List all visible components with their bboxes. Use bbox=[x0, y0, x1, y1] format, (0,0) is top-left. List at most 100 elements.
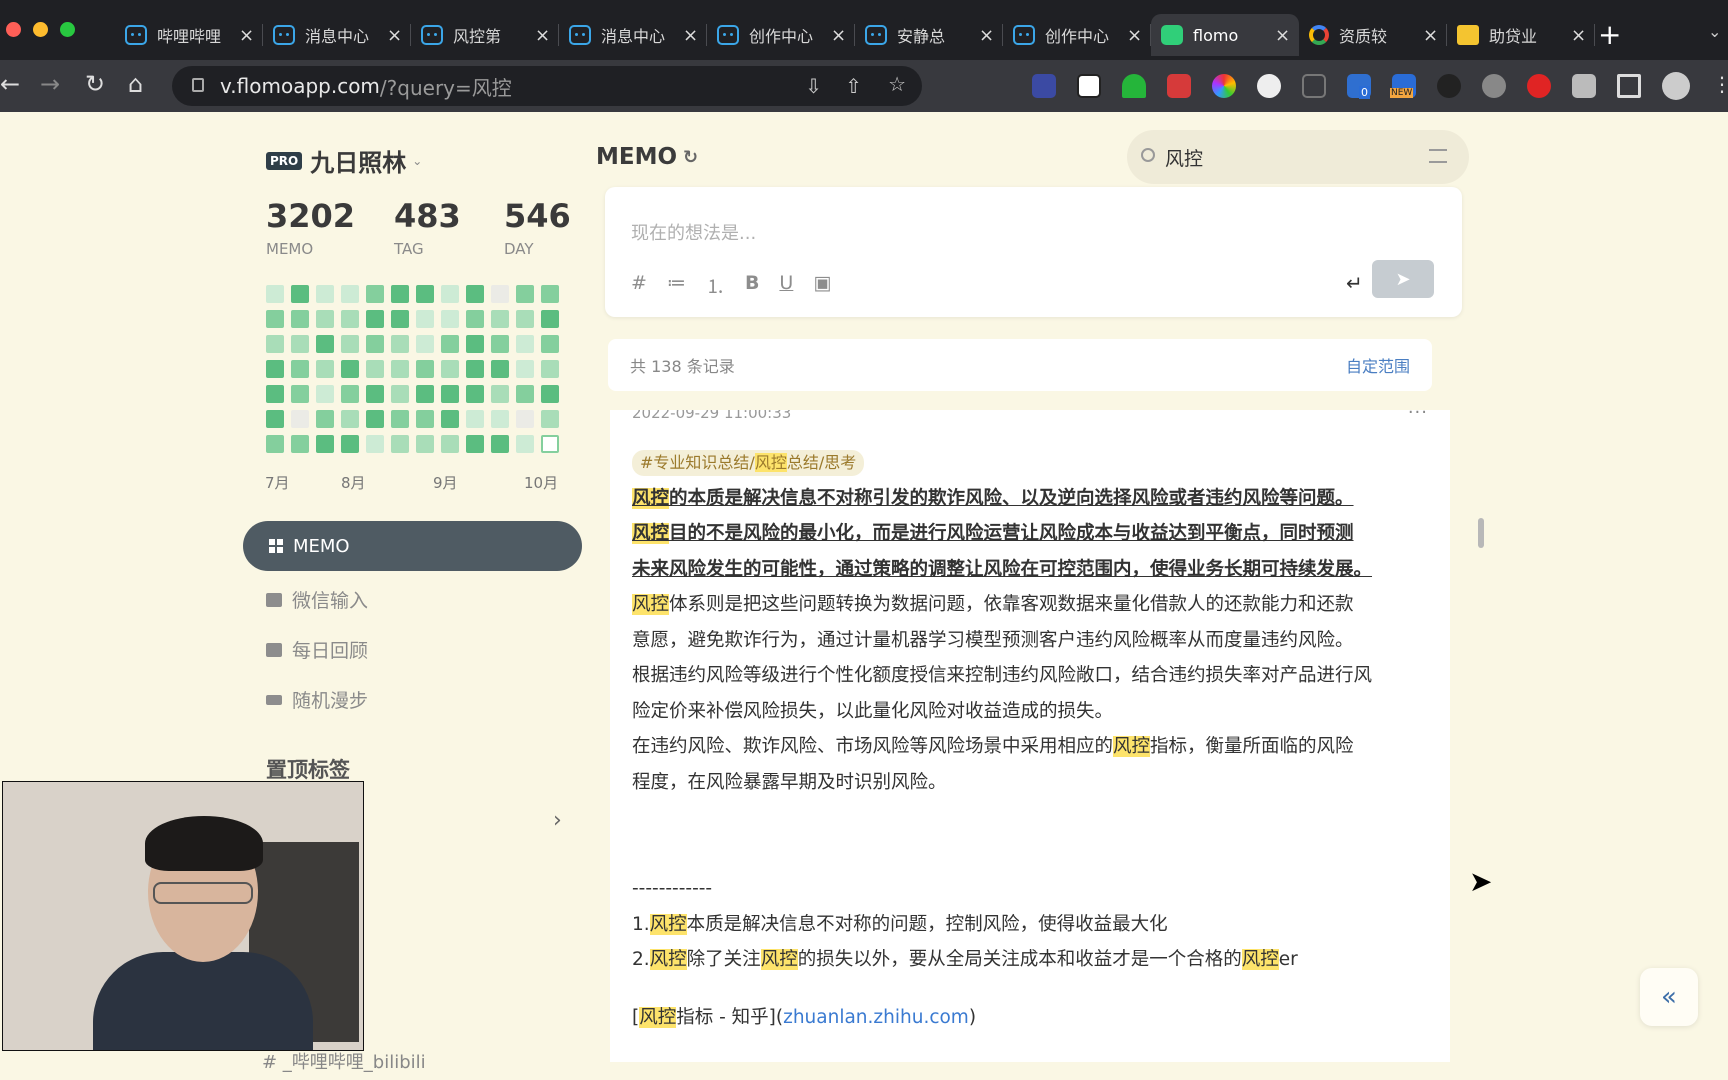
heatmap-cell[interactable] bbox=[391, 310, 409, 328]
side-panel-icon[interactable] bbox=[1617, 74, 1641, 98]
heatmap-cell[interactable] bbox=[316, 285, 334, 303]
close-tab-icon[interactable]: × bbox=[535, 25, 550, 46]
heatmap-cell[interactable] bbox=[516, 310, 534, 328]
bookmark-star-icon[interactable]: ☆ bbox=[888, 72, 906, 96]
address-bar[interactable]: v.flomoapp.com/?query=风控 ⇩ ⇧ ☆ bbox=[172, 66, 922, 106]
close-tab-icon[interactable]: × bbox=[239, 25, 254, 46]
bold-icon[interactable]: B bbox=[745, 272, 759, 299]
heatmap-cell[interactable] bbox=[491, 435, 509, 453]
heatmap-cell[interactable] bbox=[341, 310, 359, 328]
back-arrow-icon[interactable]: ← bbox=[0, 70, 20, 98]
browser-tab[interactable]: 创作中心 × bbox=[1003, 14, 1151, 56]
extensions-puzzle-icon[interactable] bbox=[1572, 74, 1596, 98]
heatmap-cell[interactable] bbox=[266, 360, 284, 378]
heatmap-cell[interactable] bbox=[466, 385, 484, 403]
home-icon[interactable]: ⌂ bbox=[128, 70, 143, 98]
sync-icon[interactable]: ↻ bbox=[683, 147, 698, 168]
heatmap-cell[interactable] bbox=[491, 385, 509, 403]
heatmap-cell[interactable] bbox=[441, 335, 459, 353]
heatmap-cell[interactable] bbox=[366, 285, 384, 303]
heatmap-cell[interactable] bbox=[266, 410, 284, 428]
nav-item-random-walk[interactable]: 随机漫步 bbox=[266, 686, 368, 713]
browser-tab[interactable]: 资质较 × bbox=[1299, 14, 1447, 56]
heatmap-cell[interactable] bbox=[516, 360, 534, 378]
zhihu-link[interactable]: zhuanlan.zhihu.com bbox=[783, 1007, 969, 1028]
heatmap-cell[interactable] bbox=[391, 385, 409, 403]
close-tab-icon[interactable]: × bbox=[1571, 25, 1586, 46]
extension-copy-icon[interactable] bbox=[1302, 74, 1326, 98]
close-tab-icon[interactable]: × bbox=[387, 25, 402, 46]
close-window-button[interactable] bbox=[6, 22, 21, 37]
heatmap-cell[interactable] bbox=[516, 335, 534, 353]
heatmap-cell[interactable] bbox=[516, 410, 534, 428]
heatmap-cell[interactable] bbox=[291, 310, 309, 328]
heatmap-cell[interactable] bbox=[491, 335, 509, 353]
heatmap-cell[interactable] bbox=[316, 410, 334, 428]
numbered-list-icon[interactable]: ⒈ bbox=[706, 272, 725, 299]
new-tab-button[interactable]: + bbox=[1598, 18, 1621, 51]
extension-reader-icon[interactable] bbox=[1167, 74, 1191, 98]
browser-tab[interactable]: 消息中心 × bbox=[263, 14, 411, 56]
chevron-right-icon[interactable]: › bbox=[553, 808, 562, 833]
heatmap-cell[interactable] bbox=[291, 335, 309, 353]
hashtag-icon[interactable]: # bbox=[631, 272, 647, 299]
extension-download-icon[interactable] bbox=[1122, 74, 1146, 98]
heatmap-cell[interactable] bbox=[366, 410, 384, 428]
heatmap-cell[interactable] bbox=[541, 385, 559, 403]
heatmap-cell[interactable] bbox=[516, 385, 534, 403]
memo-editor[interactable]: 现在的想法是... # ≔ ⒈ B U ▣ ↵ ➤ bbox=[605, 187, 1462, 317]
heatmap-cell[interactable] bbox=[516, 435, 534, 453]
search-input[interactable]: 风控 bbox=[1127, 130, 1469, 184]
image-icon[interactable]: ▣ bbox=[813, 272, 831, 299]
nav-item-wechat[interactable]: 微信输入 bbox=[266, 586, 368, 613]
scrollbar-thumb[interactable] bbox=[1478, 518, 1484, 548]
close-tab-icon[interactable]: × bbox=[683, 25, 698, 46]
heatmap-cell[interactable] bbox=[316, 360, 334, 378]
browser-tab[interactable]: 消息中心 × bbox=[559, 14, 707, 56]
nav-item-daily-review[interactable]: 每日回顾 bbox=[266, 636, 368, 663]
heatmap-cell[interactable] bbox=[541, 310, 559, 328]
heatmap-cell[interactable] bbox=[416, 335, 434, 353]
heatmap-cell[interactable] bbox=[416, 310, 434, 328]
heatmap-cell[interactable] bbox=[391, 285, 409, 303]
heatmap-cell[interactable] bbox=[291, 410, 309, 428]
heatmap-cell[interactable] bbox=[316, 435, 334, 453]
heatmap-cell[interactable] bbox=[466, 360, 484, 378]
browser-tab[interactable]: flomo × bbox=[1151, 14, 1299, 56]
extension-flomo-icon[interactable] bbox=[1257, 74, 1281, 98]
bullet-list-icon[interactable]: ≔ bbox=[667, 272, 686, 299]
heatmap-cell[interactable] bbox=[441, 285, 459, 303]
heatmap-cell[interactable] bbox=[266, 335, 284, 353]
heatmap-cell[interactable] bbox=[516, 285, 534, 303]
heatmap-cell[interactable] bbox=[391, 410, 409, 428]
heatmap-cell[interactable] bbox=[316, 385, 334, 403]
browser-tab[interactable]: 哔哩哔哩 × bbox=[115, 14, 263, 56]
heatmap-cell[interactable] bbox=[341, 285, 359, 303]
heatmap-cell[interactable] bbox=[341, 360, 359, 378]
browser-tab[interactable]: 助贷业 × bbox=[1447, 14, 1595, 56]
heatmap-cell[interactable] bbox=[416, 385, 434, 403]
heatmap-cell[interactable] bbox=[541, 360, 559, 378]
heatmap-cell[interactable] bbox=[541, 335, 559, 353]
heatmap-cell[interactable] bbox=[266, 310, 284, 328]
heatmap-cell[interactable] bbox=[366, 360, 384, 378]
minimize-window-button[interactable] bbox=[33, 22, 48, 37]
heatmap-cell[interactable] bbox=[341, 335, 359, 353]
close-tab-icon[interactable]: × bbox=[979, 25, 994, 46]
send-button[interactable]: ➤ bbox=[1372, 260, 1434, 298]
heatmap-cell[interactable] bbox=[341, 385, 359, 403]
heatmap-cell[interactable] bbox=[316, 310, 334, 328]
heatmap-cell[interactable] bbox=[541, 285, 559, 303]
extension-discord-icon[interactable] bbox=[1032, 74, 1056, 98]
heatmap-cell[interactable] bbox=[266, 385, 284, 403]
heatmap-cell[interactable] bbox=[416, 285, 434, 303]
heatmap-cell[interactable] bbox=[491, 285, 509, 303]
heatmap-cell[interactable] bbox=[541, 410, 559, 428]
user-menu[interactable]: PRO 九日照林 ⌄ bbox=[266, 143, 422, 178]
share-icon[interactable]: ⇧ bbox=[845, 74, 862, 98]
heatmap-cell[interactable] bbox=[366, 335, 384, 353]
heatmap-cell[interactable] bbox=[391, 360, 409, 378]
heatmap-cell[interactable] bbox=[441, 360, 459, 378]
heatmap-cell[interactable] bbox=[541, 435, 559, 453]
heatmap-cell[interactable] bbox=[391, 435, 409, 453]
